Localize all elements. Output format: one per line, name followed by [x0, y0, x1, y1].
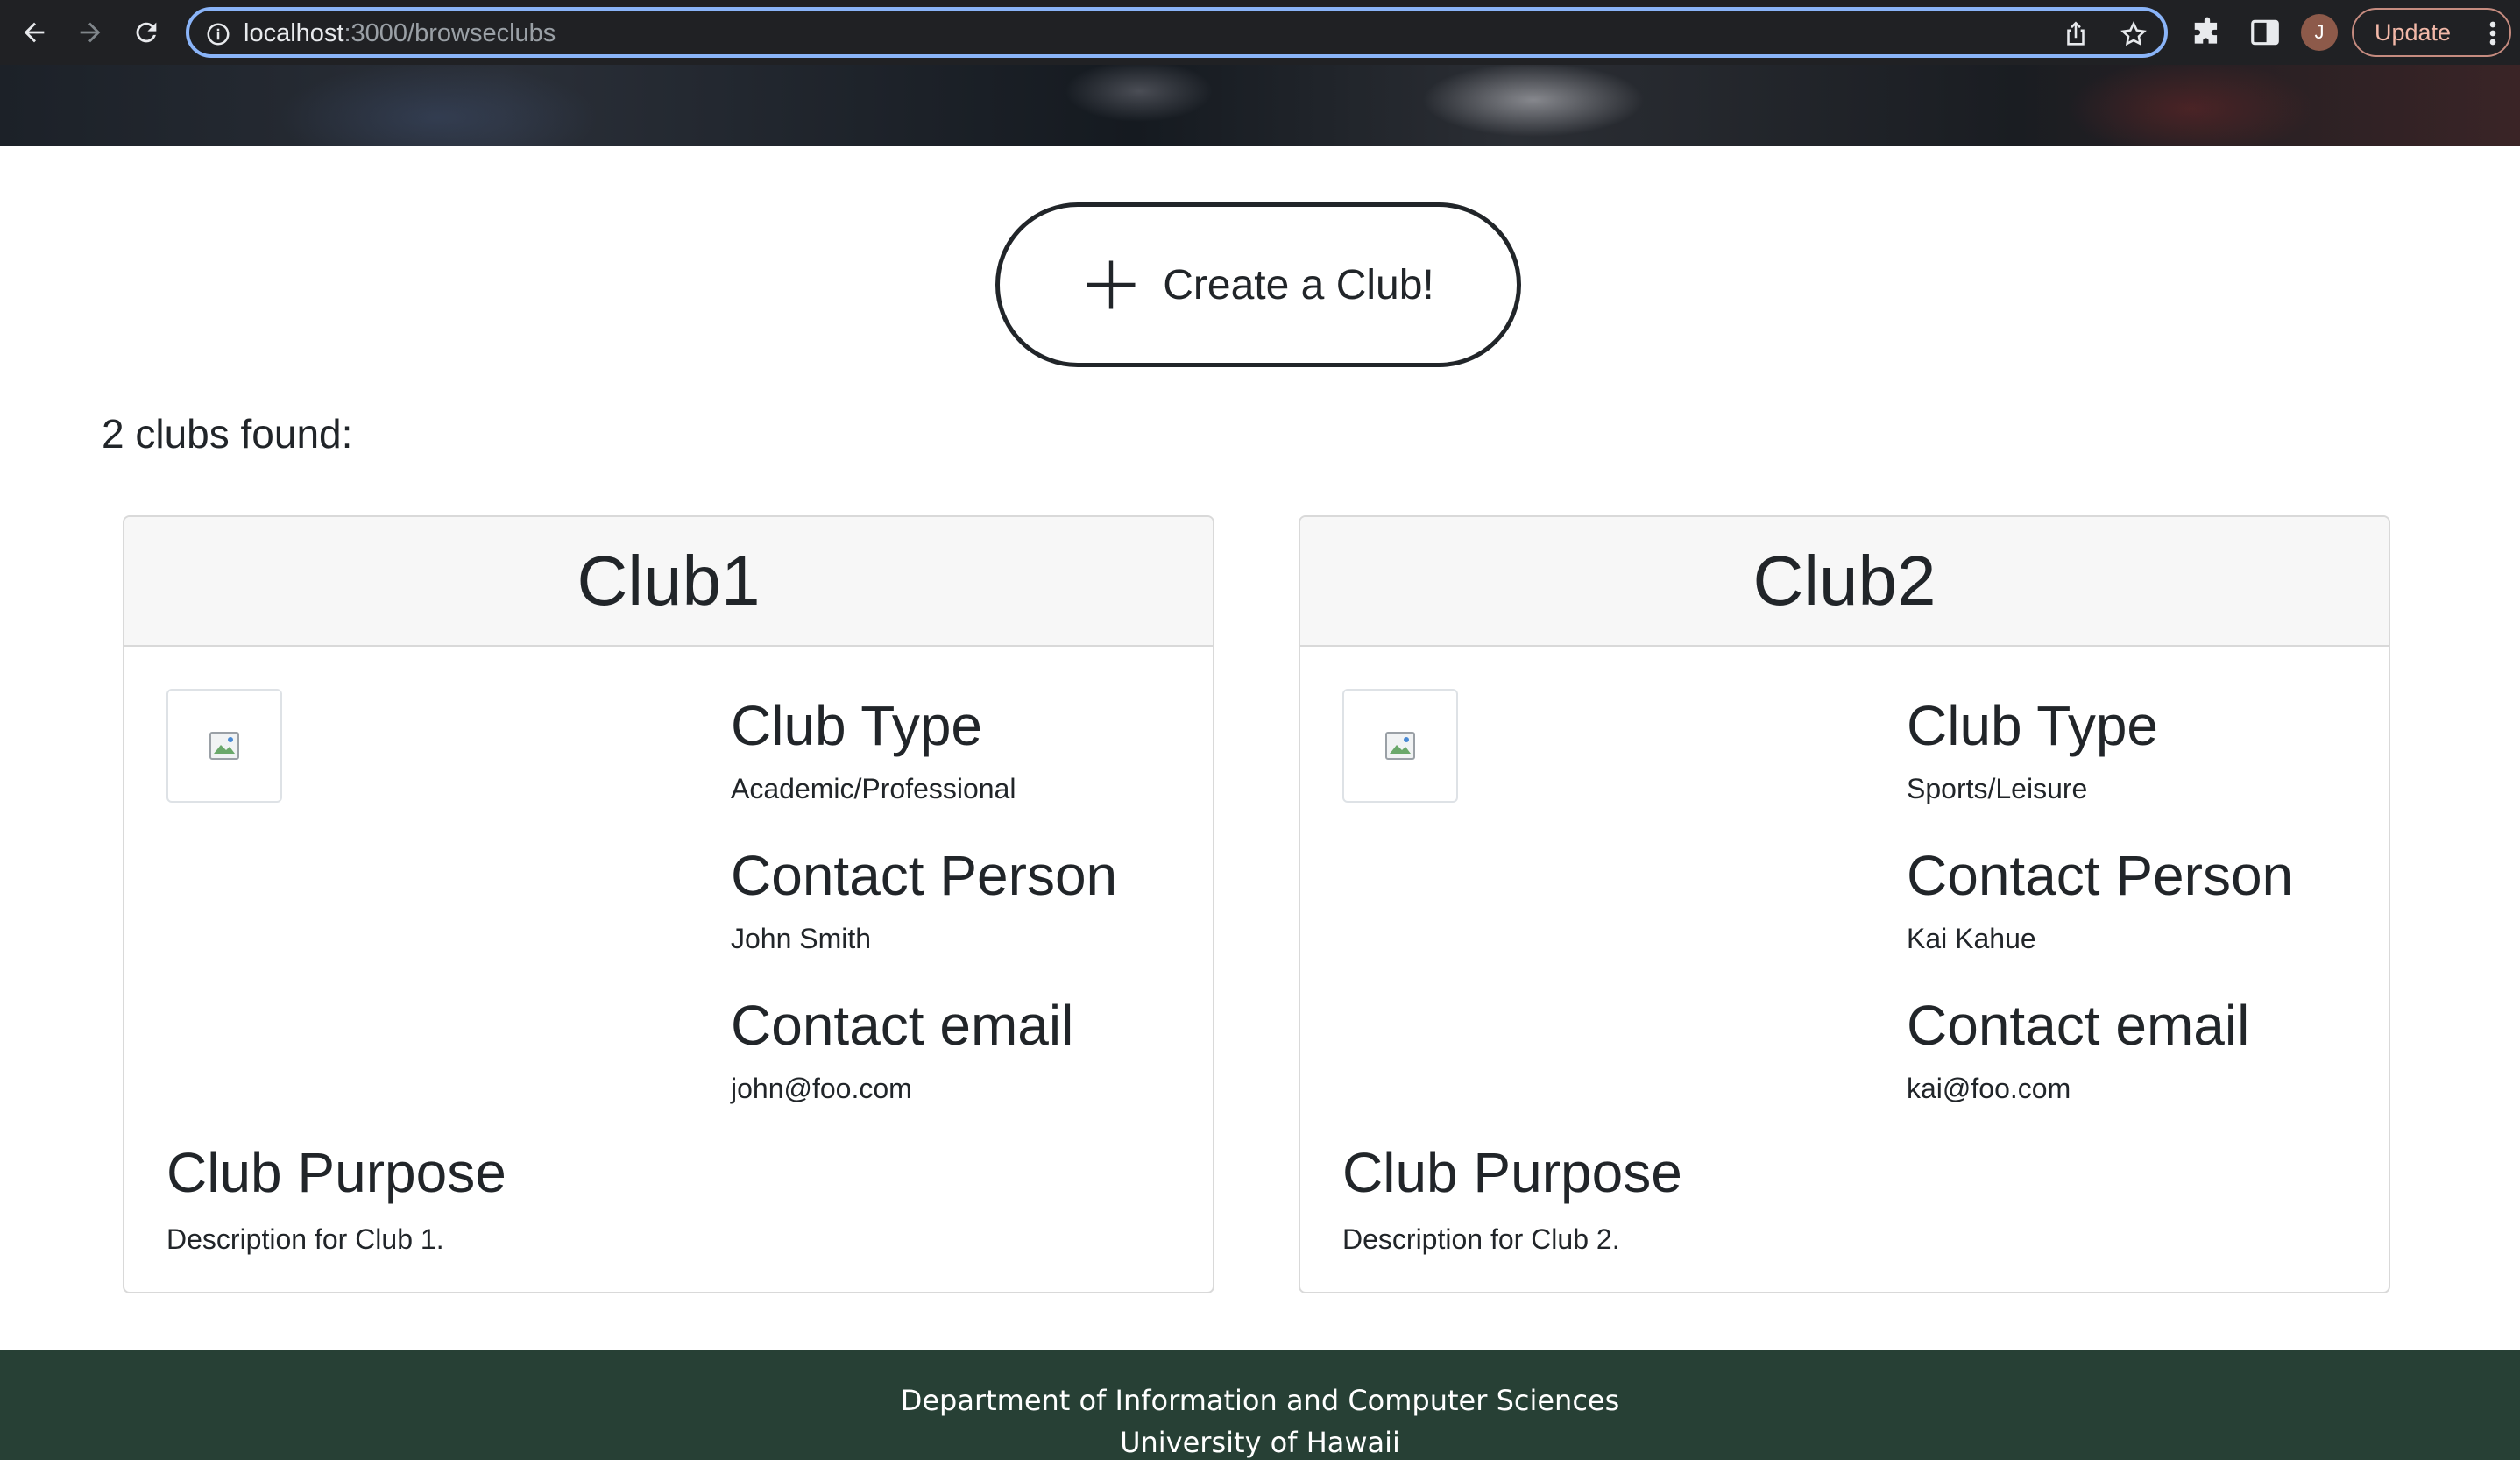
club-image: [1342, 689, 1458, 803]
url-text[interactable]: localhost:3000/browseclubs: [244, 19, 556, 48]
results-count: 2 clubs found:: [102, 411, 353, 457]
create-club-label: Create a Club!: [1163, 261, 1434, 308]
url-host: localhost: [244, 19, 344, 47]
update-label: Update: [2375, 18, 2452, 46]
plus-icon: [1087, 260, 1136, 309]
club-purpose-value: Description for Club 2.: [1342, 1223, 1620, 1255]
forward-button[interactable]: [70, 12, 110, 53]
club-card: Club2 Club Type Sports/Leisure Contact P…: [1299, 515, 2390, 1293]
footer-department: Department of Information and Computer S…: [900, 1384, 1620, 1417]
contact-email-heading: Contact email: [731, 994, 1074, 1057]
contact-email-value: john@foo.com: [731, 1073, 912, 1104]
club-card-header: Club1: [124, 517, 1213, 647]
club-type-value: Academic/Professional: [731, 773, 1016, 804]
more-vert-icon: [2489, 21, 2496, 46]
side-panel-icon[interactable]: [2248, 16, 2282, 49]
info-icon[interactable]: [205, 21, 231, 47]
back-button[interactable]: [14, 12, 54, 53]
contact-email-value: kai@foo.com: [1907, 1073, 2071, 1104]
club-details: Club Type Academic/Professional Contact …: [731, 689, 1186, 1147]
club-card-header: Club2: [1300, 517, 2389, 647]
club-purpose: Club Purpose Description for Club 1.: [166, 1145, 506, 1256]
arrow-right-icon: [80, 22, 101, 43]
club-purpose: Club Purpose Description for Club 2.: [1342, 1145, 1682, 1256]
contact-person-value: John Smith: [731, 923, 872, 954]
hero-banner-image: [0, 65, 2520, 146]
address-bar[interactable]: localhost:3000/browseclubs: [186, 7, 2168, 58]
arrow-left-icon: [24, 22, 45, 43]
club-image: [166, 689, 282, 803]
contact-person-heading: Contact Person: [1907, 844, 2294, 907]
profile-avatar[interactable]: J: [2301, 14, 2338, 51]
browser-toolbar: localhost:3000/browseclubs J Update: [0, 0, 2520, 65]
reload-icon: [136, 22, 157, 43]
url-path: :3000/browseclubs: [343, 19, 556, 47]
contact-email-heading: Contact email: [1907, 994, 2250, 1057]
reload-button[interactable]: [126, 12, 166, 53]
contact-person-value: Kai Kahue: [1907, 923, 2036, 954]
club-type-value: Sports/Leisure: [1907, 773, 2088, 804]
club-purpose-heading: Club Purpose: [166, 1141, 506, 1204]
update-button[interactable]: Update: [2352, 8, 2511, 57]
club-name: Club1: [577, 542, 761, 620]
extensions-puzzle-icon[interactable]: [2191, 16, 2224, 49]
broken-image-icon: [209, 732, 239, 760]
contact-person-heading: Contact Person: [731, 844, 1118, 907]
broken-image-icon: [1385, 732, 1415, 760]
club-card: Club1 Club Type Academic/Professional Co…: [123, 515, 1214, 1293]
create-club-button[interactable]: Create a Club!: [995, 202, 1521, 367]
club-name: Club2: [1752, 542, 1936, 620]
club-purpose-heading: Club Purpose: [1342, 1141, 1682, 1204]
bookmark-star-icon[interactable]: [2119, 19, 2148, 49]
club-type-heading: Club Type: [1907, 694, 2158, 757]
footer-university: University of Hawaii: [1120, 1426, 1400, 1459]
club-type-heading: Club Type: [731, 694, 982, 757]
page-footer: Department of Information and Computer S…: [0, 1350, 2520, 1460]
share-icon[interactable]: [2061, 19, 2091, 49]
club-purpose-value: Description for Club 1.: [166, 1223, 444, 1255]
club-details: Club Type Sports/Leisure Contact Person …: [1907, 689, 2362, 1147]
